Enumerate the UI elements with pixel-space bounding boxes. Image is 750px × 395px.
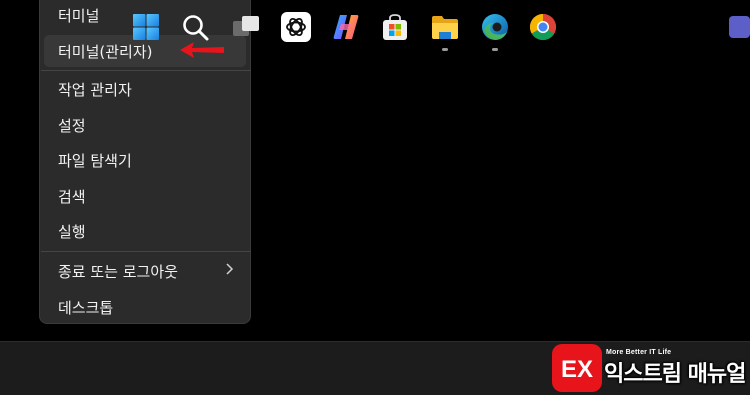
watermark-title: 익스트림 매뉴얼 [604, 362, 746, 387]
svg-text:EX: EX [561, 356, 593, 383]
menu-item-task-manager[interactable]: 작업 관리자 [44, 73, 246, 105]
running-indicator [442, 48, 448, 51]
menu-item-label: 터미널 [58, 6, 100, 25]
running-indicator [492, 48, 498, 51]
menu-item-run[interactable]: 실행 [44, 215, 246, 247]
menu-item-label: 종료 또는 로그아웃 [58, 262, 178, 281]
app-icon[interactable] [727, 12, 750, 42]
edge-icon[interactable] [480, 12, 510, 42]
microsoft-store-icon[interactable] [380, 12, 410, 42]
menu-item-label: 데스크톱 [58, 298, 114, 317]
menu-item-search[interactable]: 검색 [44, 180, 246, 212]
menu-item-file-explorer[interactable]: 파일 탐색기 [44, 144, 246, 176]
menu-item-label: 작업 관리자 [58, 80, 132, 99]
menu-separator [41, 251, 251, 252]
watermark-tagline: More Better IT Life [606, 349, 672, 356]
red-arrow-icon [180, 42, 224, 58]
menu-item-label: 파일 탐색기 [58, 151, 132, 170]
file-explorer-icon[interactable] [430, 12, 460, 42]
menu-item-label: 검색 [58, 187, 86, 206]
copilot-icon[interactable] [331, 12, 361, 42]
menu-item-settings[interactable]: 설정 [44, 109, 246, 141]
menu-item-shutdown-signout[interactable]: 종료 또는 로그아웃 [44, 255, 246, 287]
menu-item-desktop[interactable]: 데스크톱 [44, 291, 246, 323]
search-icon[interactable] [180, 12, 210, 42]
menu-item-label: 터미널(관리자) [58, 42, 153, 61]
chatgpt-icon[interactable] [281, 12, 311, 42]
menu-separator [41, 70, 251, 71]
windows-start-icon[interactable] [131, 12, 161, 42]
menu-item-label: 설정 [58, 116, 86, 135]
task-view-icon[interactable] [231, 12, 261, 42]
chrome-icon[interactable] [528, 12, 558, 42]
menu-item-label: 실행 [58, 222, 86, 241]
chevron-right-icon [224, 262, 234, 280]
